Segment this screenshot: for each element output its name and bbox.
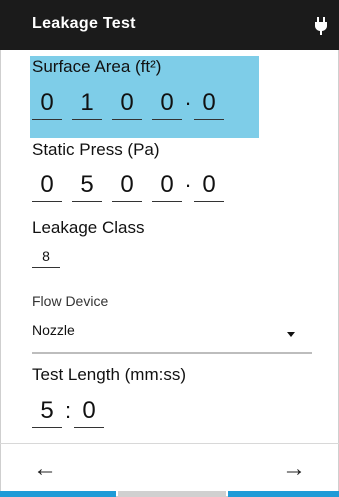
back-button-indicator bbox=[0, 491, 116, 497]
surface-area-decimal: · bbox=[184, 90, 192, 115]
static-press-decimal: · bbox=[184, 172, 192, 197]
surface-area-label: Surface Area (ft²) bbox=[32, 57, 162, 76]
static-press-digit-2[interactable]: 5 bbox=[72, 170, 102, 202]
bottom-divider bbox=[0, 443, 339, 444]
leakage-class-label: Leakage Class bbox=[32, 218, 145, 237]
arrow-right-icon: → bbox=[282, 455, 306, 482]
static-press-digit-1[interactable]: 0 bbox=[32, 170, 62, 202]
center-indicator bbox=[118, 491, 226, 497]
surface-area-digit-5[interactable]: 0 bbox=[194, 88, 224, 120]
flow-device-value: Nozzle bbox=[32, 322, 75, 338]
test-length-label: Test Length (mm:ss) bbox=[32, 365, 186, 384]
leakage-class-field[interactable]: 8 bbox=[32, 246, 60, 268]
surface-area-digit-4[interactable]: 0 bbox=[152, 88, 182, 120]
flow-device-label: Flow Device bbox=[32, 293, 109, 309]
dropdown-underline bbox=[32, 352, 312, 354]
test-length-minutes[interactable]: 5 bbox=[32, 396, 62, 428]
flow-device-dropdown[interactable]: Nozzle bbox=[32, 318, 312, 354]
test-length-field[interactable]: 5 : 0 bbox=[32, 396, 122, 430]
chevron-down-icon bbox=[287, 332, 295, 337]
surface-area-digit-1[interactable]: 0 bbox=[32, 88, 62, 120]
test-length-seconds[interactable]: 0 bbox=[74, 396, 104, 428]
surface-area-digit-3[interactable]: 0 bbox=[112, 88, 142, 120]
static-press-label: Static Press (Pa) bbox=[32, 140, 160, 159]
next-button-indicator bbox=[228, 491, 339, 497]
surface-area-digit-2[interactable]: 1 bbox=[72, 88, 102, 120]
static-press-digit-5[interactable]: 0 bbox=[194, 170, 224, 202]
static-press-digit-3[interactable]: 0 bbox=[112, 170, 142, 202]
surface-area-field[interactable]: 0 1 0 0 · 0 bbox=[32, 88, 232, 122]
test-length-separator: : bbox=[64, 398, 72, 423]
next-button[interactable]: → bbox=[264, 450, 324, 490]
page-title: Leakage Test bbox=[32, 15, 136, 32]
arrow-left-icon: ← bbox=[33, 455, 57, 482]
static-press-field[interactable]: 0 5 0 0 · 0 bbox=[32, 170, 232, 204]
static-press-digit-4[interactable]: 0 bbox=[152, 170, 182, 202]
back-button[interactable]: ← bbox=[15, 450, 75, 490]
plug-icon bbox=[315, 17, 327, 35]
header-bar: Leakage Test bbox=[0, 0, 339, 50]
